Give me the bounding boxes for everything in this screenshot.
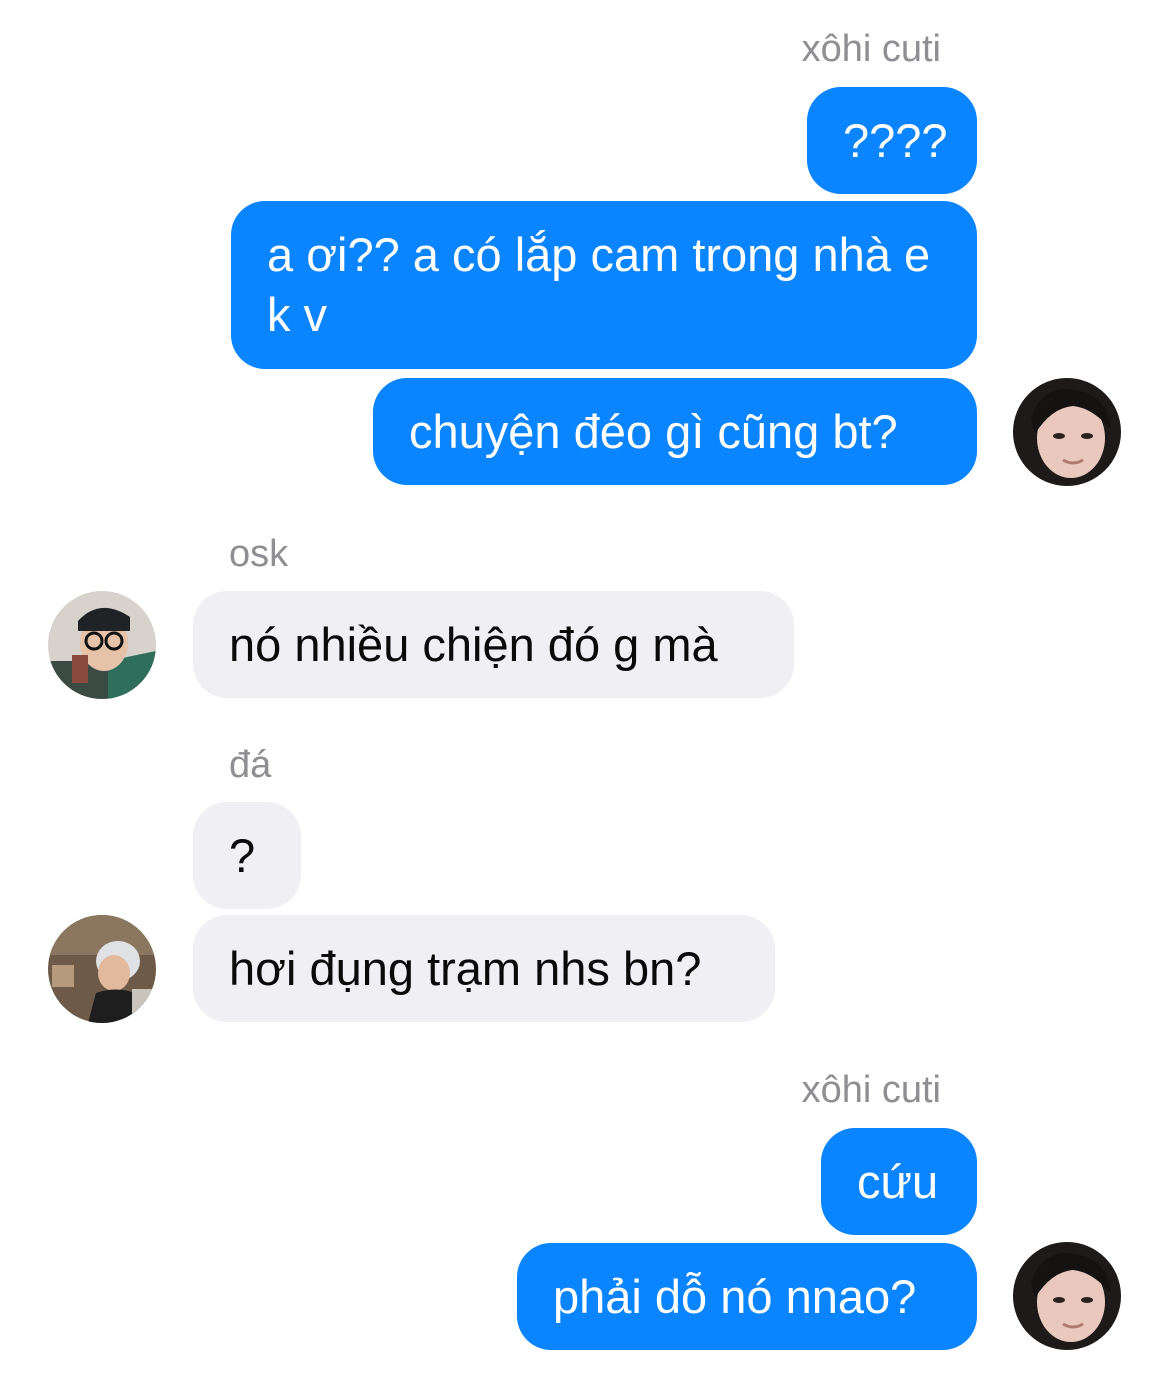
message-bubble-outgoing[interactable]: cứu [821,1128,977,1235]
message-text: cứu [857,1154,939,1208]
avatar-photo [48,591,156,699]
message-text: nó nhiều chiện đó g mà [229,617,718,671]
message-text: ???? [843,113,948,167]
message-bubble-incoming[interactable]: hơi đụng trạm nhs bn? [193,915,775,1022]
message-bubble-outgoing[interactable]: a ơi?? a có lắp cam trong nhà e k v [231,201,977,369]
message-text: hơi đụng trạm nhs bn? [229,941,702,995]
avatar-xohi-cuti[interactable] [1013,378,1121,486]
sender-name-xohi-cuti: xôhi cuti [801,1069,941,1111]
message-bubble-outgoing[interactable]: chuyện đéo gì cũng bt? [373,378,977,485]
avatar-da[interactable] [48,915,156,1023]
avatar-osk[interactable] [48,591,156,699]
sender-name-xohi-cuti: xôhi cuti [801,28,941,70]
message-text: a ơi?? a có lắp cam trong nhà e k v [267,228,931,341]
avatar-photo [1013,378,1121,486]
message-text: ? [229,828,256,882]
message-text: chuyện đéo gì cũng bt? [409,404,898,458]
sender-name-osk: osk [229,533,289,575]
message-bubble-outgoing[interactable]: phải dỗ nó nnao? [517,1243,977,1350]
message-bubble-incoming[interactable]: nó nhiều chiện đó g mà [193,591,794,698]
message-text: phải dỗ nó nnao? [553,1269,917,1323]
message-bubble-outgoing[interactable]: ???? [807,87,977,194]
avatar-xohi-cuti[interactable] [1013,1242,1121,1350]
sender-name-da: đá [229,744,272,786]
avatar-photo [1013,1242,1121,1350]
avatar-photo [48,915,156,1023]
message-bubble-incoming[interactable]: ? [193,802,301,909]
